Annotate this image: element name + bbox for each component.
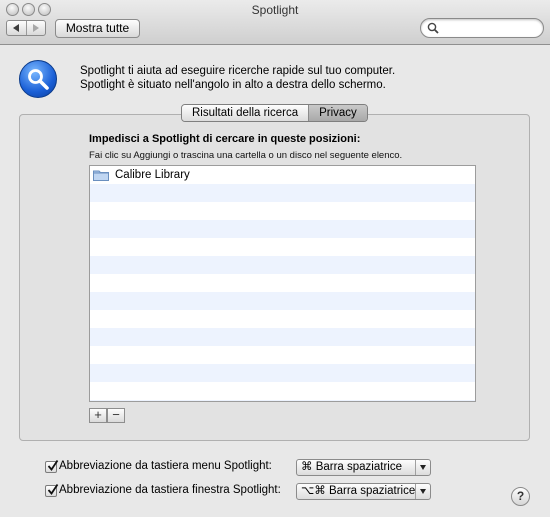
back-arrow-icon bbox=[13, 24, 20, 32]
privacy-hint: Fai clic su Aggiungi o trascina una cart… bbox=[89, 150, 403, 161]
forward-arrow-icon bbox=[32, 24, 39, 32]
title-bar: Spotlight Mostra tutte bbox=[0, 0, 550, 45]
privacy-heading: Impedisci a Spotlight di cercare in ques… bbox=[89, 133, 361, 145]
chevron-down-icon bbox=[415, 460, 430, 475]
remove-button[interactable]: − bbox=[107, 408, 125, 423]
window-title: Spotlight bbox=[251, 3, 299, 17]
add-button[interactable]: + bbox=[89, 408, 107, 423]
checkmark-icon bbox=[47, 460, 59, 471]
spotlight-description: Spotlight ti aiuta ad eseguire ricerche … bbox=[80, 64, 395, 92]
magnifier-icon bbox=[28, 69, 49, 90]
description-line-2: Spotlight è situato nell'angolo in alto … bbox=[80, 79, 386, 91]
help-button[interactable]: ? bbox=[511, 487, 530, 506]
menu-shortcut-popup[interactable]: ⌘ Barra spaziatrice bbox=[296, 459, 431, 476]
list-item-label: Calibre Library bbox=[115, 169, 190, 181]
menu-shortcut-checkbox[interactable] bbox=[45, 460, 59, 473]
back-forward-control bbox=[6, 20, 46, 36]
tab-bar: Risultati della ricerca Privacy bbox=[181, 104, 368, 122]
tab-search-results[interactable]: Risultati della ricerca bbox=[182, 105, 309, 121]
excluded-locations-list[interactable]: Calibre Library bbox=[89, 165, 476, 402]
search-icon bbox=[427, 22, 439, 34]
folder-icon bbox=[93, 169, 109, 181]
forward-button[interactable] bbox=[25, 21, 46, 35]
window-shortcut-value: ⌥⌘ Barra spaziatrice bbox=[301, 485, 416, 497]
search-field[interactable] bbox=[420, 18, 544, 38]
show-all-button[interactable]: Mostra tutte bbox=[55, 19, 140, 38]
preferences-window: Spotlight Mostra tutte Spotlight ti aiut… bbox=[0, 0, 550, 517]
back-button[interactable] bbox=[7, 21, 26, 35]
menu-shortcut-value: ⌘ Barra spaziatrice bbox=[301, 461, 402, 473]
checkmark-icon bbox=[47, 484, 59, 495]
menu-shortcut-label: Abbreviazione da tastiera menu Spotlight… bbox=[59, 460, 272, 472]
list-item[interactable]: Calibre Library bbox=[90, 166, 475, 184]
tab-privacy[interactable]: Privacy bbox=[308, 105, 367, 121]
spotlight-app-icon bbox=[19, 60, 57, 98]
window-shortcut-checkbox[interactable] bbox=[45, 484, 59, 497]
chevron-down-icon bbox=[415, 484, 430, 499]
description-line-1: Spotlight ti aiuta ad eseguire ricerche … bbox=[80, 65, 396, 77]
window-shortcut-popup[interactable]: ⌥⌘ Barra spaziatrice bbox=[296, 483, 431, 500]
window-shortcut-label: Abbreviazione da tastiera finestra Spotl… bbox=[59, 484, 281, 496]
